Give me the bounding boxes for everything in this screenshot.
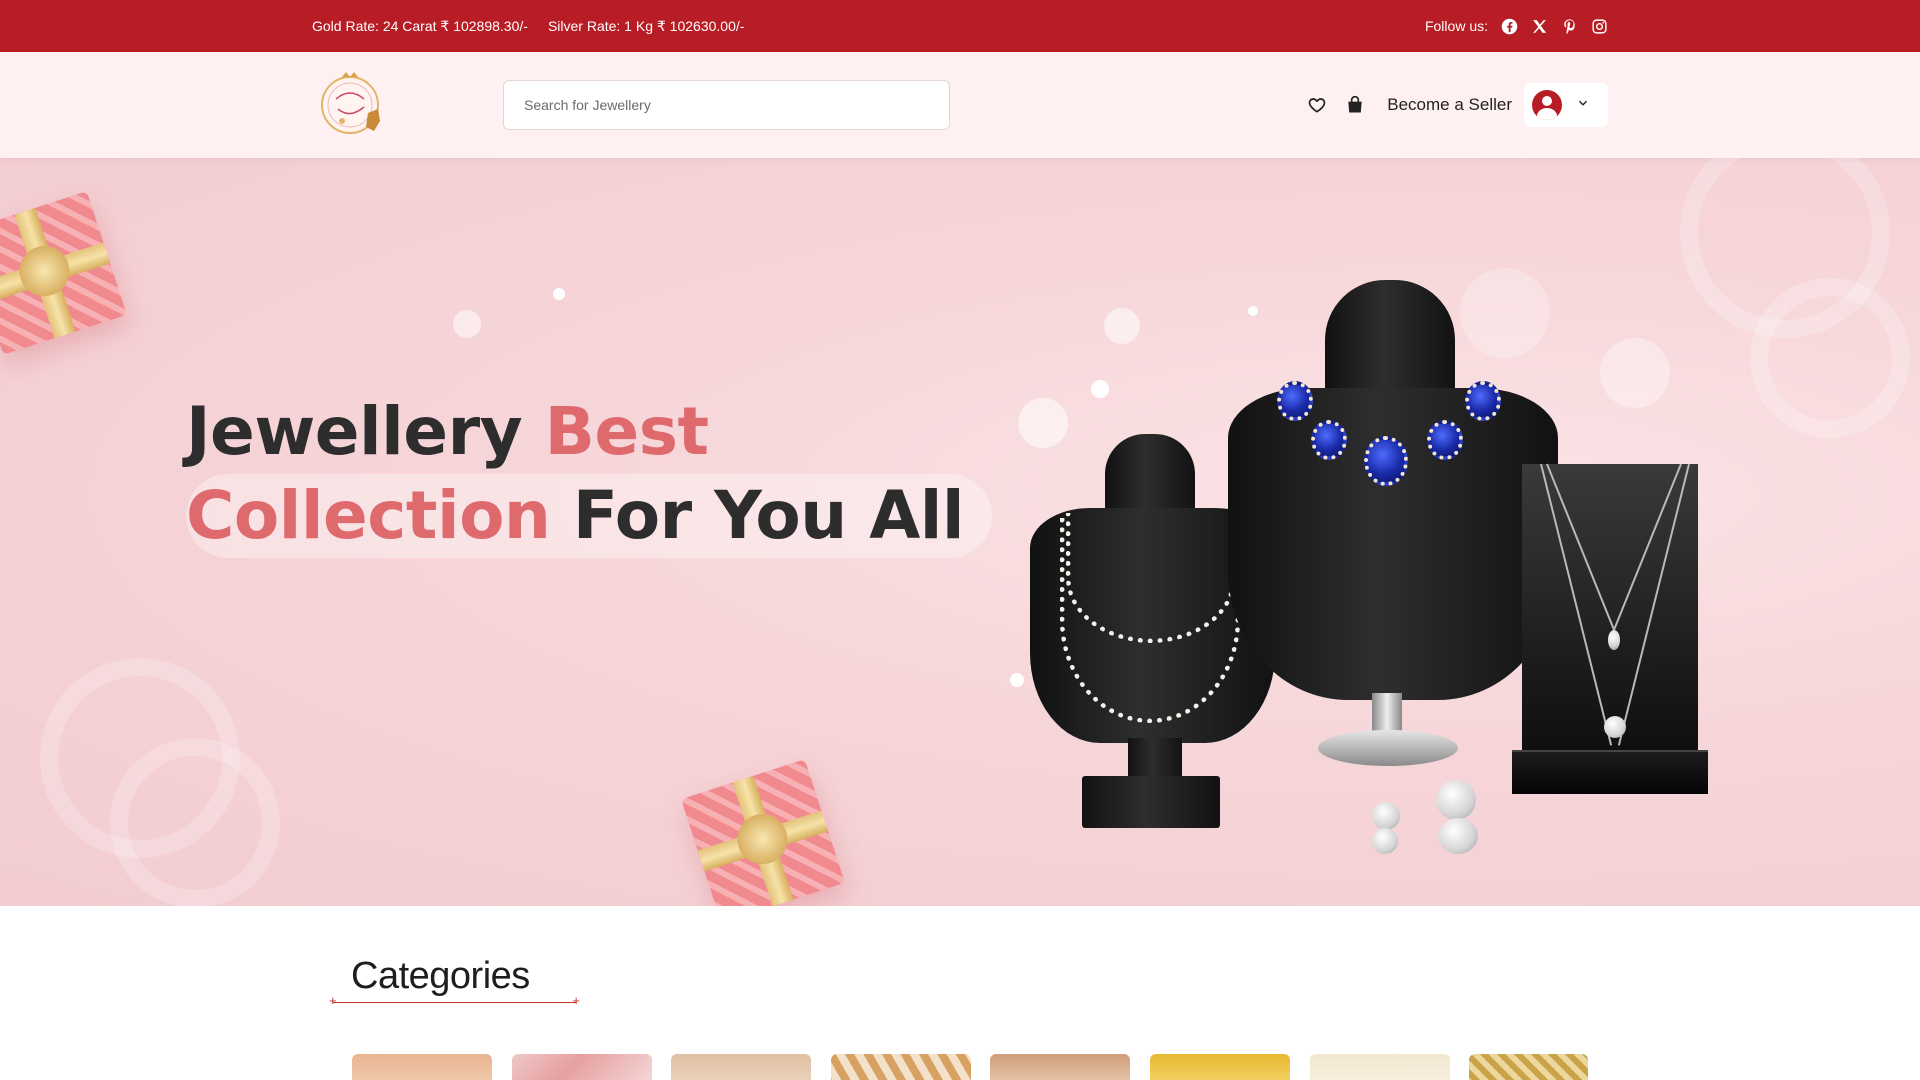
gift-box-decoration [681, 759, 845, 906]
decor-swirl [110, 738, 280, 906]
decor-bokeh [1010, 673, 1024, 687]
category-card[interactable] [1310, 1054, 1450, 1080]
decor-bokeh [1600, 338, 1670, 408]
facebook-icon[interactable] [1500, 17, 1518, 35]
category-card[interactable] [1469, 1054, 1588, 1080]
decor-bokeh [1104, 308, 1140, 344]
decor-bokeh [1018, 398, 1068, 448]
decor-bokeh [453, 310, 481, 338]
category-card[interactable] [671, 1054, 811, 1080]
silver-rate: Silver Rate: 1 Kg ₹ 102630.00/- [547, 17, 745, 34]
chevron-down-icon [1576, 96, 1590, 115]
pinterest-icon[interactable] [1560, 17, 1578, 35]
hero-headline: Jewellery Best Collection For You All [186, 390, 993, 558]
category-card[interactable] [512, 1054, 652, 1080]
shopping-bag-icon[interactable] [1343, 93, 1367, 117]
become-seller-link[interactable]: Become a Seller [1387, 95, 1512, 115]
category-card[interactable] [831, 1054, 971, 1080]
top-bar: Gold Rate: 24 Carat ₹ 102898.30/- Silver… [0, 0, 1920, 52]
category-carousel [352, 1054, 1588, 1080]
brand-logo[interactable] [318, 69, 386, 137]
site-header: Become a Seller [0, 52, 1920, 158]
account-menu[interactable] [1524, 83, 1608, 127]
avatar [1532, 90, 1562, 120]
heart-icon[interactable] [1305, 93, 1329, 117]
instagram-icon[interactable] [1590, 17, 1608, 35]
decor-swirl [1750, 278, 1910, 438]
category-card[interactable] [990, 1054, 1130, 1080]
gift-box-decoration [0, 191, 127, 355]
heading-underline [329, 993, 580, 1008]
decor-bokeh [1091, 380, 1109, 398]
x-icon[interactable] [1530, 17, 1548, 35]
hero-banner: Jewellery Best Collection For You All [0, 158, 1920, 906]
categories-heading: Categories [351, 955, 530, 997]
category-card[interactable] [1150, 1054, 1290, 1080]
header-actions: Become a Seller [1305, 83, 1608, 127]
search-input[interactable] [503, 80, 950, 130]
gold-rate: Gold Rate: 24 Carat ₹ 102898.30/- [312, 17, 528, 34]
metal-rates: Gold Rate: 24 Carat ₹ 102898.30/- Silver… [312, 0, 744, 52]
decor-bokeh [553, 288, 565, 300]
follow-label: Follow us: [1424, 18, 1488, 34]
decor-bokeh [1248, 306, 1258, 316]
social-links: Follow us: [1425, 0, 1608, 52]
decor-bokeh [1460, 268, 1550, 358]
category-card[interactable] [352, 1054, 492, 1080]
